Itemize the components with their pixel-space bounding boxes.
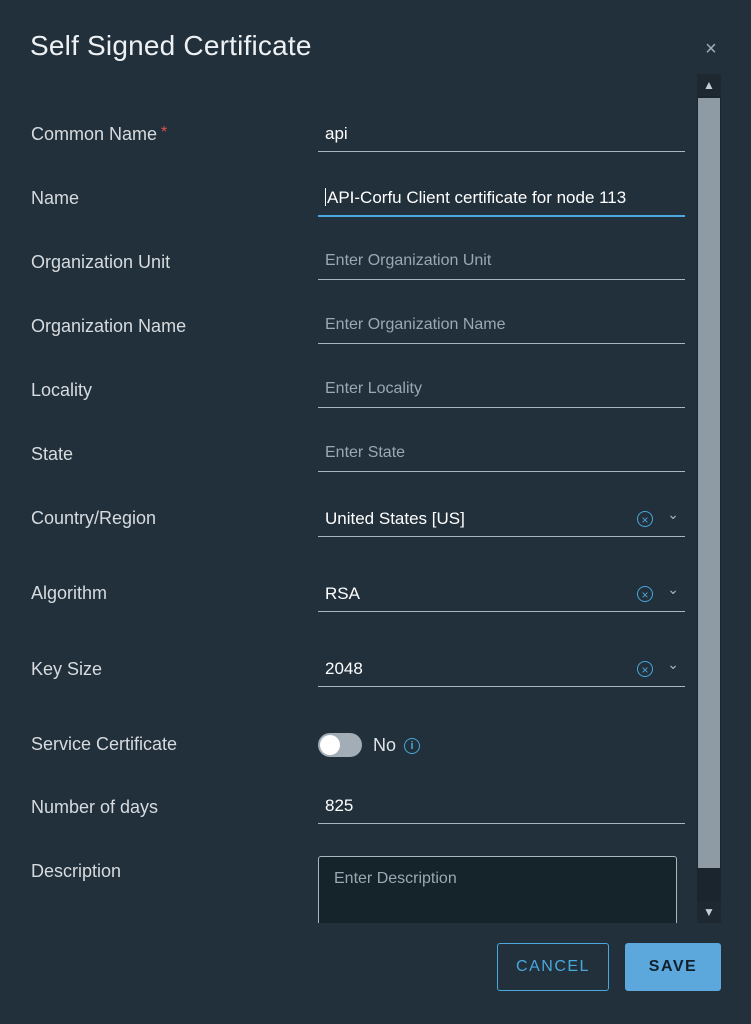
locality-placeholder: Enter Locality	[325, 380, 422, 397]
organization-name-label: Organization Name	[31, 316, 187, 336]
self-signed-certificate-dialog: Self Signed Certificate × Common Name * a…	[0, 0, 751, 1024]
common-name-input[interactable]: api	[318, 119, 685, 152]
number-of-days-label: Number of days	[31, 797, 159, 817]
clear-circle-x-icon[interactable]: ×	[637, 511, 653, 527]
common-name-label-text: Common Name	[31, 124, 158, 144]
key-size-select[interactable]: 2048 × ⌄	[318, 654, 685, 687]
description-placeholder: Enter Description	[334, 870, 457, 887]
description-label: Description	[31, 861, 122, 881]
text-caret	[325, 188, 326, 206]
number-of-days-input[interactable]: 825	[318, 791, 685, 824]
name-value: API-Corfu Client certificate for node 11…	[327, 188, 627, 207]
algorithm-label: Algorithm	[31, 583, 108, 603]
number-of-days-value: 825	[325, 796, 354, 815]
chevron-down-icon[interactable]: ⌄	[667, 656, 679, 673]
clear-circle-x-icon[interactable]: ×	[637, 661, 653, 677]
scroll-up-arrow-icon[interactable]: ▲	[697, 74, 721, 96]
name-label: Name	[31, 188, 80, 208]
dialog-title: Self Signed Certificate	[30, 30, 312, 61]
service-certificate-toggle-text: No	[373, 735, 397, 755]
clear-circle-x-icon[interactable]: ×	[637, 586, 653, 602]
algorithm-value: RSA	[325, 584, 360, 603]
state-placeholder: Enter State	[325, 444, 406, 461]
scroll-down-arrow-icon[interactable]: ▼	[697, 901, 721, 923]
country-region-value: United States [US]	[325, 509, 465, 528]
name-value-wrap: API-Corfu Client certificate for node 11…	[325, 188, 626, 208]
organization-unit-placeholder: Enter Organization Unit	[325, 252, 492, 269]
info-circle-icon[interactable]: i	[404, 738, 420, 754]
save-button[interactable]: SAVE	[625, 943, 721, 991]
description-textarea[interactable]: Enter Description	[318, 856, 677, 923]
name-input[interactable]: API-Corfu Client certificate for node 11…	[318, 183, 685, 217]
organization-unit-input[interactable]: Enter Organization Unit	[318, 247, 685, 280]
toggle-knob	[320, 735, 340, 755]
locality-input[interactable]: Enter Locality	[318, 375, 685, 408]
key-size-value: 2048	[325, 659, 363, 678]
state-input[interactable]: Enter State	[318, 439, 685, 472]
locality-label: Locality	[31, 380, 93, 400]
service-certificate-toggle[interactable]	[318, 733, 362, 757]
common-name-label: Common Name *	[31, 124, 167, 145]
dialog-footer: CANCEL SAVE	[0, 923, 751, 1024]
scrollbar[interactable]: ▲ ▼	[697, 74, 721, 923]
cancel-button[interactable]: CANCEL	[497, 943, 609, 991]
scrollbar-thumb[interactable]	[698, 98, 720, 868]
chevron-down-icon[interactable]: ⌄	[667, 506, 679, 523]
algorithm-select[interactable]: RSA × ⌄	[318, 579, 685, 612]
required-asterisk: *	[161, 124, 168, 141]
service-certificate-label: Service Certificate	[31, 734, 178, 754]
close-icon[interactable]: ×	[700, 38, 722, 60]
state-label: State	[31, 444, 74, 464]
key-size-label: Key Size	[31, 659, 103, 679]
country-region-select[interactable]: United States [US] × ⌄	[318, 504, 685, 537]
country-region-label: Country/Region	[31, 508, 157, 528]
chevron-down-icon[interactable]: ⌄	[667, 581, 679, 598]
form-body: Common Name * api Name API-Corfu Client c…	[0, 76, 697, 923]
common-name-value: api	[325, 124, 348, 143]
organization-name-placeholder: Enter Organization Name	[325, 316, 506, 333]
organization-unit-label: Organization Unit	[31, 252, 171, 272]
organization-name-input[interactable]: Enter Organization Name	[318, 311, 685, 344]
